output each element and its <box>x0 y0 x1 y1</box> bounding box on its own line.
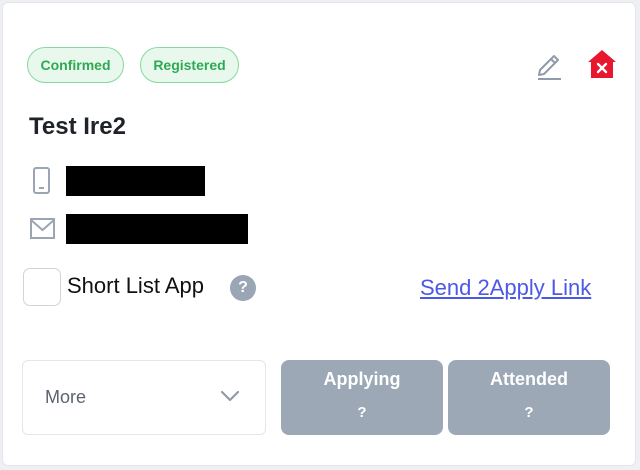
short-list-checkbox[interactable] <box>23 268 61 306</box>
confirmed-badge: Confirmed <box>27 47 124 83</box>
chevron-down-icon <box>220 390 240 402</box>
edit-button[interactable] <box>533 47 565 81</box>
applying-count: ? <box>357 404 367 421</box>
candidate-card: Confirmed Registered Test Ire2 Short Lis… <box>2 2 636 466</box>
attended-count: ? <box>524 404 534 421</box>
candidate-name: Test Ire2 <box>29 113 126 140</box>
registered-badge: Registered <box>140 47 239 83</box>
phone-icon <box>33 167 50 194</box>
remove-button[interactable] <box>585 47 619 81</box>
phone-value-redacted <box>66 166 205 196</box>
more-select-label: More <box>45 387 87 407</box>
help-icon[interactable]: ? <box>230 275 256 301</box>
pencil-icon <box>538 55 561 80</box>
mail-icon <box>30 218 55 239</box>
send-2apply-link[interactable]: Send 2Apply Link <box>420 275 591 301</box>
attended-button[interactable]: Attended ? <box>448 360 610 435</box>
more-select[interactable]: More <box>22 360 266 435</box>
house-remove-icon <box>588 50 616 78</box>
short-list-label: Short List App <box>67 273 204 298</box>
applying-label: Applying <box>323 369 401 389</box>
applying-button[interactable]: Applying ? <box>281 360 443 435</box>
email-value-redacted <box>66 214 248 244</box>
attended-label: Attended <box>490 369 568 389</box>
